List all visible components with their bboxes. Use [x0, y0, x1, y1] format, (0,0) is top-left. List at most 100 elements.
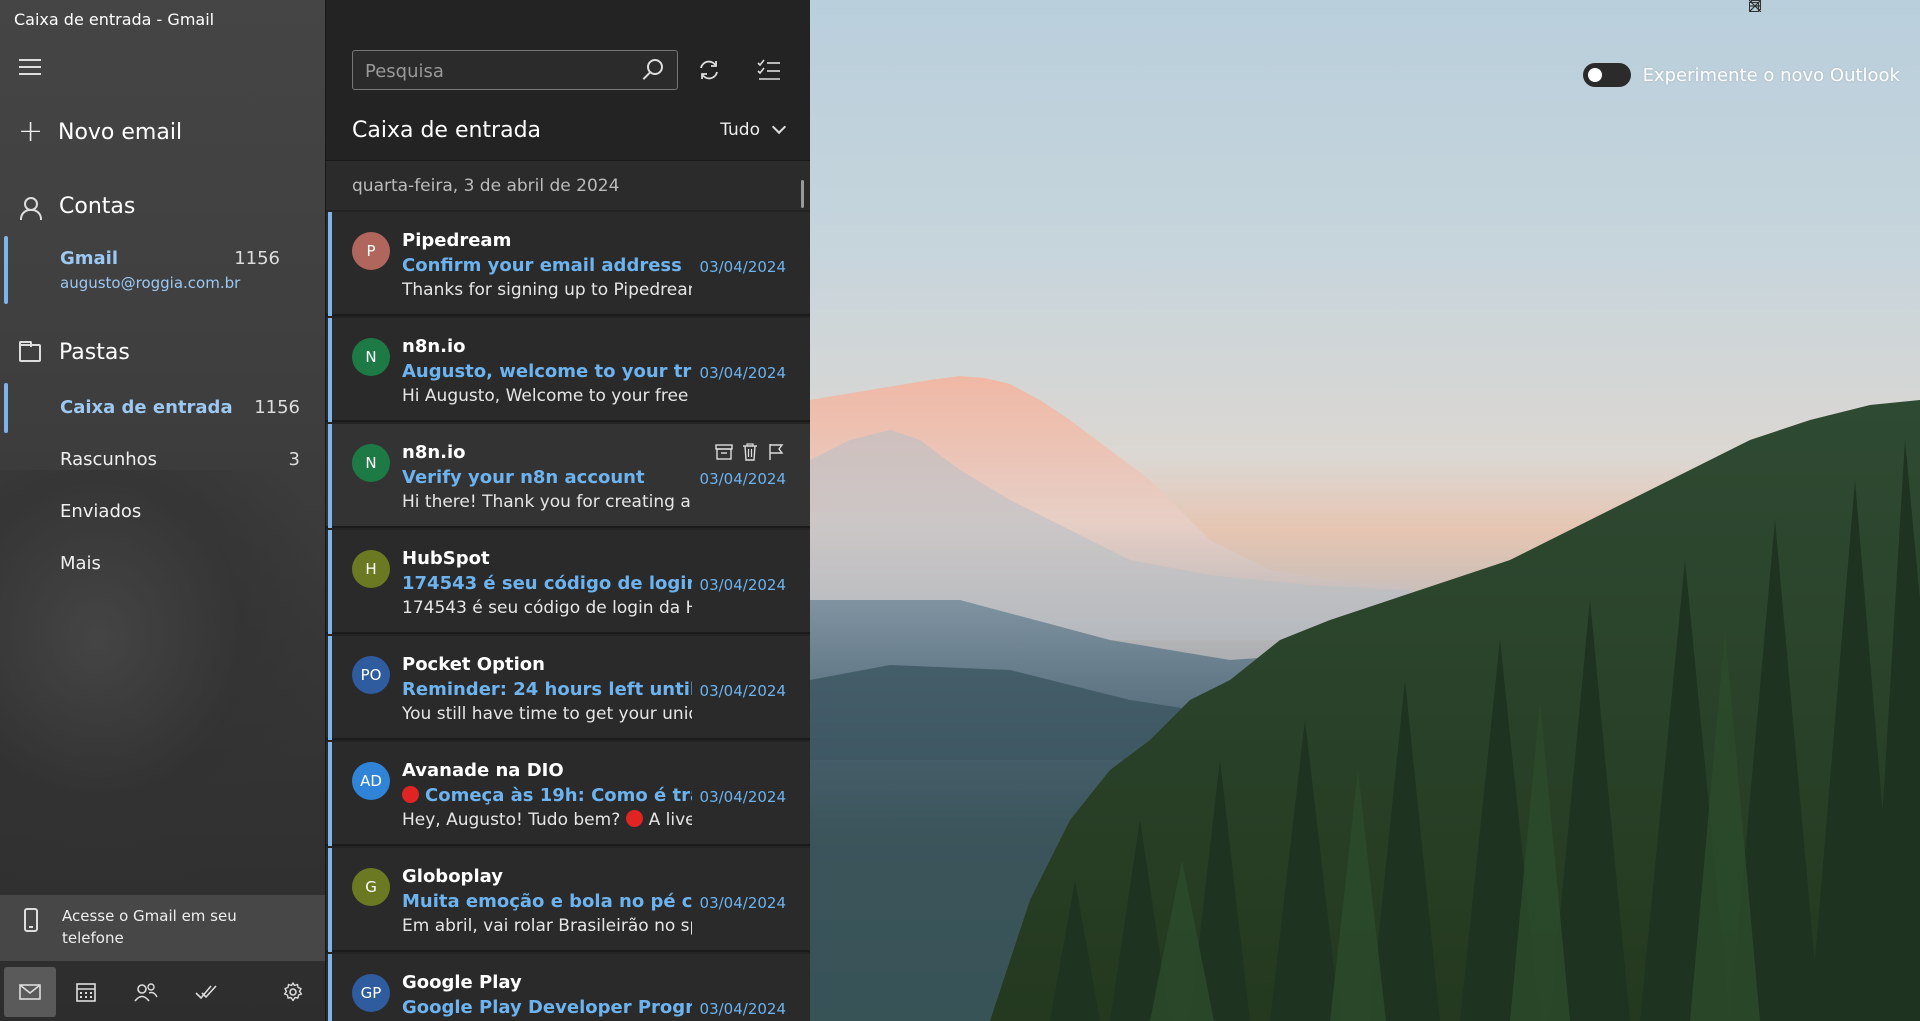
folder-selected-indicator [4, 383, 8, 433]
folders-label: Pastas [59, 340, 130, 365]
folder-sent[interactable]: Enviados [0, 487, 325, 537]
gear-icon [283, 982, 303, 1002]
unread-indicator [328, 742, 332, 846]
message-item[interactable]: PO Pocket Option Reminder: 24 hours left… [326, 636, 810, 740]
person-icon [19, 196, 42, 220]
message-item[interactable]: N n8n.io Augusto, welcome to your trial … [326, 318, 810, 422]
message-item[interactable]: N n8n.io Verify your n8n account Hi ther… [326, 424, 810, 528]
navigation-pane: Caixa de entrada - Gmail + Novo email Co… [0, 0, 325, 1021]
unread-indicator [328, 530, 332, 634]
new-mail-label: Novo email [58, 119, 183, 145]
message-sender: Pocket Option [402, 654, 545, 675]
restore-button[interactable] [1749, 0, 1863, 40]
folder-more[interactable]: Mais [0, 539, 325, 589]
hamburger-menu-icon[interactable] [19, 59, 41, 77]
close-button[interactable] [1749, 0, 1920, 40]
message-sender: Google Play [402, 972, 522, 993]
accounts-header[interactable]: Contas [19, 194, 136, 220]
settings-button[interactable] [263, 967, 323, 1017]
message-preview: Hi there! Thank you for creating an [402, 492, 692, 512]
message-subject: Verify your n8n account [402, 467, 645, 488]
todo-app-button[interactable] [176, 967, 236, 1017]
account-name: Gmail [60, 248, 119, 269]
message-preview-text: Hey, Augusto! Tudo bem? [402, 810, 621, 830]
avatar: GP [352, 974, 390, 1012]
red-circle-emoji-icon [402, 786, 419, 803]
folder-inbox[interactable]: Caixa de entrada 1156 [0, 383, 325, 433]
avatar: AD [352, 762, 390, 800]
unread-indicator [328, 954, 332, 1021]
search-box [352, 50, 678, 90]
sync-button[interactable] [691, 52, 727, 88]
message-date: 03/04/2024 [699, 682, 786, 700]
people-app-button[interactable] [116, 967, 176, 1017]
message-date: 03/04/2024 [699, 364, 786, 382]
message-item[interactable]: P Pipedream Confirm your email address T… [326, 212, 810, 316]
message-date: 03/04/2024 [699, 894, 786, 912]
message-list-pane: Caixa de entrada Tudo quarta-feira, 3 de… [325, 0, 810, 1021]
date-group-header: quarta-feira, 3 de abril de 2024 [326, 160, 810, 210]
message-date: 03/04/2024 [699, 576, 786, 594]
account-email: augusto@roggia.com.br [60, 274, 241, 292]
message-preview: Hey, Augusto! Tudo bem? A live [402, 810, 692, 830]
message-date: 03/04/2024 [699, 258, 786, 276]
archive-icon [715, 444, 733, 460]
toggle-switch[interactable] [1582, 63, 1631, 87]
message-date: 03/04/2024 [699, 788, 786, 806]
folder-label: Caixa de entrada [60, 397, 233, 418]
delete-button[interactable] [740, 442, 760, 462]
people-icon [134, 983, 158, 1002]
selection-mode-button[interactable] [751, 52, 787, 88]
folder-count: 3 [288, 449, 300, 470]
trash-icon [743, 443, 757, 461]
message-date: 03/04/2024 [699, 470, 786, 488]
search-icon[interactable] [647, 59, 663, 75]
folders-header[interactable]: Pastas [19, 340, 130, 365]
search-input[interactable] [365, 59, 625, 83]
unread-indicator [328, 318, 332, 422]
folder-label: Mais [60, 553, 101, 574]
message-item[interactable]: H HubSpot 174543 é seu código de login d… [326, 530, 810, 634]
message-subject: 174543 é seu código de login da H [402, 573, 692, 594]
account-gmail[interactable]: Gmail 1156 augusto@roggia.com.br [0, 236, 325, 304]
message-date: 03/04/2024 [699, 1000, 786, 1018]
phone-promo[interactable]: Acesse o Gmail em seu telefone [0, 895, 325, 961]
folder-label: Enviados [60, 501, 142, 522]
mail-app-button[interactable] [4, 967, 56, 1017]
sync-icon [700, 60, 718, 80]
message-item[interactable]: G Globoplay Muita emoção e bola no pé co… [326, 848, 810, 952]
new-mail-button[interactable]: + Novo email [18, 117, 182, 147]
phone-icon [24, 908, 38, 932]
message-item[interactable]: AD Avanade na DIO Começa às 19h: Como é … [326, 742, 810, 846]
avatar: N [352, 444, 390, 482]
avatar: N [352, 338, 390, 376]
message-preview: Hi Augusto, Welcome to your free t [402, 386, 692, 406]
archive-button[interactable] [714, 442, 734, 462]
new-outlook-toggle[interactable]: Experimente o novo Outlook [1582, 63, 1900, 87]
message-subject: Google Play Developer Program Pc [402, 997, 692, 1018]
message-subject: Reminder: 24 hours left until the f [402, 679, 692, 700]
message-sender: Avanade na DIO [402, 760, 564, 781]
message-preview: 174543 é seu código de login da H [402, 598, 692, 618]
accounts-label: Contas [59, 194, 136, 219]
message-preview: Em abril, vai rolar Brasileirão no spo [402, 916, 692, 936]
scrollbar-thumb[interactable] [801, 180, 804, 208]
folder-drafts[interactable]: Rascunhos 3 [0, 435, 325, 485]
double-check-icon [195, 985, 217, 1000]
avatar: G [352, 868, 390, 906]
message-subject: Confirm your email address [402, 255, 682, 276]
filter-dropdown[interactable]: Tudo [720, 119, 787, 140]
avatar: H [352, 550, 390, 588]
calendar-app-button[interactable] [56, 967, 116, 1017]
unread-indicator [328, 212, 332, 316]
flag-button[interactable] [766, 442, 786, 462]
message-sender: Pipedream [402, 230, 512, 251]
message-subject: Começa às 19h: Como é traball [402, 785, 692, 806]
message-item[interactable]: GP Google Play Google Play Developer Pro… [326, 954, 810, 1021]
avatar: P [352, 232, 390, 270]
mountain-wallpaper [810, 376, 1920, 1021]
bottom-app-bar [0, 963, 325, 1021]
message-sender: Globoplay [402, 866, 503, 887]
message-sender: n8n.io [402, 336, 466, 357]
unread-indicator [328, 636, 332, 740]
